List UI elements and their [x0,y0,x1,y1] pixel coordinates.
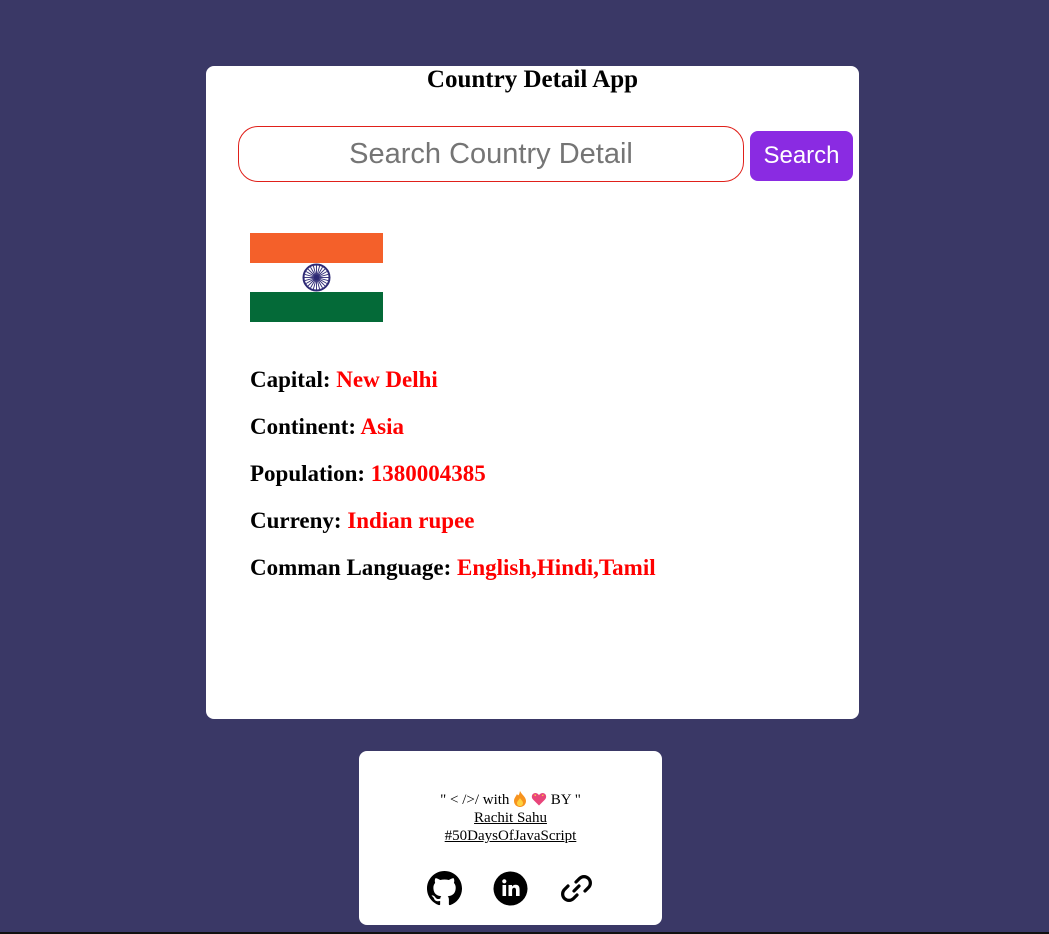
country-info: Capital: New Delhi Continent: Asia Popul… [250,366,656,601]
currency-value: Indian rupee [347,508,475,533]
footer-card: " < />/ with BY " Rachit Sahu #50DaysOfJ… [359,751,662,925]
made-with-prefix: " < />/ with [440,792,510,808]
population-value: 1380004385 [370,461,486,486]
population-label: Population: [250,461,366,486]
social-links [359,871,662,906]
hashtag-link[interactable]: #50DaysOfJavaScript [445,828,577,844]
github-icon[interactable] [427,871,462,906]
search-input[interactable] [238,126,744,182]
continent-row: Continent: Asia [250,413,656,460]
link-icon[interactable] [559,871,594,906]
credit-text: " < />/ with BY " Rachit Sahu #50DaysOfJ… [359,791,662,845]
heart-icon [531,791,547,807]
population-row: Population: 1380004385 [250,460,656,507]
search-button[interactable]: Search [750,131,853,181]
continent-label: Continent: [250,414,357,439]
currency-label: Curreny: [250,508,342,533]
made-with-suffix: BY " [550,792,581,808]
capital-row: Capital: New Delhi [250,366,656,413]
linkedin-icon[interactable] [493,871,528,906]
capital-label: Capital: [250,367,331,392]
made-with-line: " < />/ with BY " [359,791,662,809]
page-title: Country Detail App [426,66,639,93]
capital-value: New Delhi [336,367,438,392]
author-link[interactable]: Rachit Sahu [474,810,547,826]
fire-icon [513,791,527,807]
currency-row: Curreny: Indian rupee [250,507,656,554]
language-label: Comman Language: [250,555,452,580]
language-row: Comman Language: English,Hindi,Tamil [250,554,656,601]
continent-value: Asia [360,414,404,439]
country-card: Country Detail App Search Capital: New D… [206,66,859,719]
language-value: English,Hindi,Tamil [457,555,656,580]
india-flag-icon [250,233,383,322]
